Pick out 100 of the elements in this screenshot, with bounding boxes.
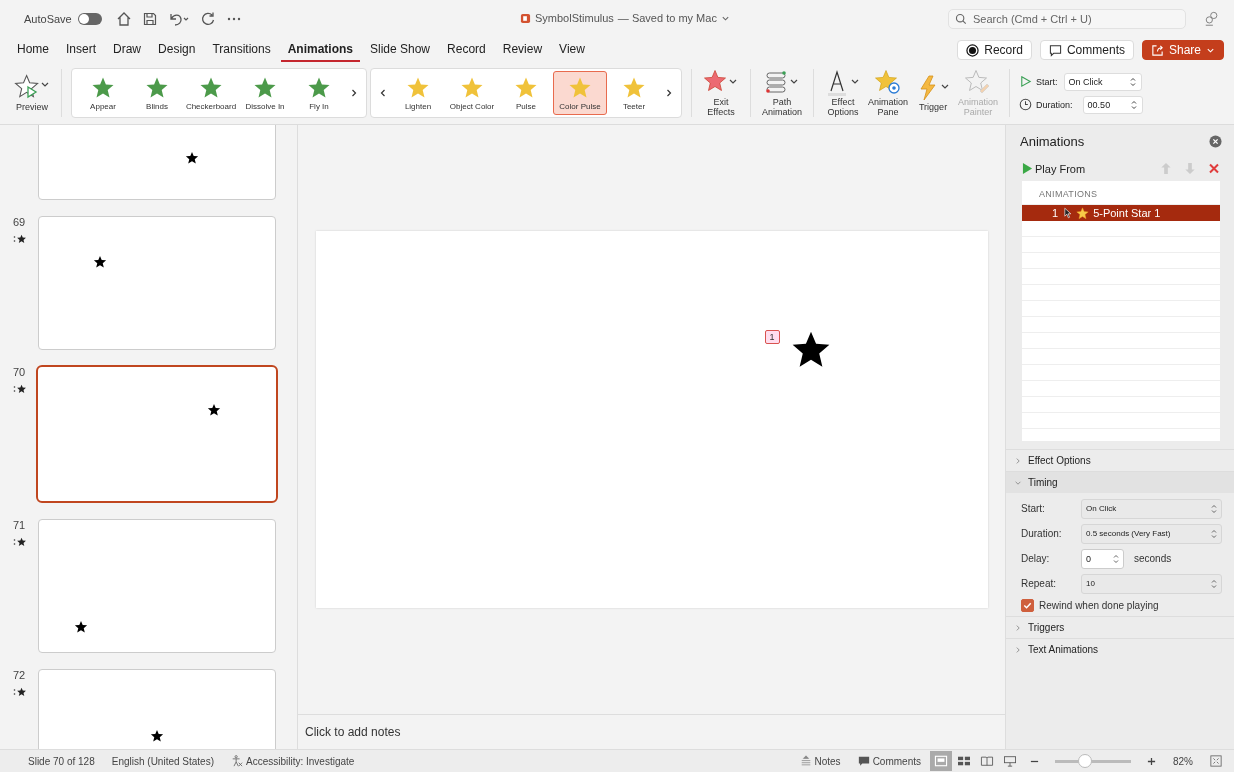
effect-button[interactable]: Object Color [445,71,499,115]
record-icon [966,43,980,57]
save-icon[interactable] [141,11,158,27]
share-icon [1150,43,1164,57]
path-tool-button[interactable]: Path Animation [760,67,804,119]
slide-number: 69 [13,216,26,228]
start-select[interactable]: On Click [1081,498,1222,519]
ribbon-tab[interactable]: Insert [59,38,104,62]
animation-star-icon [13,234,27,244]
effect-button[interactable]: Color Pulse [553,71,607,115]
save-status[interactable]: — Saved to my Mac [617,12,717,24]
close-icon[interactable] [1209,134,1222,148]
ribbon-tab[interactable]: Home [10,38,56,62]
fit-to-window-icon[interactable] [1210,755,1222,767]
scroll-left-icon[interactable] [379,88,387,98]
zoom-slider-thumb[interactable] [1078,754,1093,768]
notes-button[interactable]: Notes [799,755,841,767]
animation-star-icon [13,537,27,547]
scroll-right-icon[interactable] [665,88,673,98]
ribbon-tab[interactable]: View [552,38,592,62]
accessibility-icon [231,755,243,767]
delay-spinner[interactable]: 0 [1081,548,1124,569]
pane-tool-button[interactable]: Animation Pane [866,67,911,119]
accessibility-button[interactable]: Accessibility: Investigate [231,755,355,767]
undo-icon[interactable] [167,11,190,27]
section-header[interactable]: Text Animations [1006,638,1234,660]
rewind-checkbox[interactable] [1021,599,1034,612]
record-button[interactable]: Record [957,40,1032,60]
star-shape [93,254,108,269]
chevron-right-icon [1014,456,1022,465]
home-icon[interactable] [115,11,132,27]
star-shape [185,151,200,166]
scroll-right-icon[interactable] [350,88,358,98]
up-down-icon [1129,98,1138,111]
ribbon-tab[interactable]: Draw [106,38,149,62]
grid-icon [957,755,971,767]
delete-icon[interactable] [1208,162,1220,175]
normal-view-icon [934,755,948,767]
comments-button[interactable]: Comments [857,755,921,767]
star-icon [307,76,331,100]
effect-button[interactable]: Pulse [499,71,553,115]
trigger-tool-button[interactable]: Trigger [913,72,954,114]
animation-star-icon [13,687,27,697]
duration-select[interactable]: 0.5 seconds (Very Fast) [1081,523,1222,544]
start-label: Start: [1021,503,1046,514]
duration-label: Duration: [1021,528,1063,539]
up-down-icon [1210,577,1218,590]
duration-spinner[interactable]: 00.50 [1082,95,1143,114]
star-icon [622,76,646,100]
effect-button[interactable]: Appear [76,71,130,115]
play-from-button[interactable]: Play From [1022,162,1086,175]
ribbon-tab[interactable]: Animations [280,38,360,62]
ribbon-tab[interactable]: Transitions [205,38,278,62]
ribbon-tab[interactable]: Design [151,38,203,62]
star-shape [207,402,222,417]
effect-button[interactable]: Teeter [607,71,661,115]
search-field[interactable]: Search (Cmd + Ctrl + U) [948,9,1186,29]
delay-label: Delay: [1021,553,1051,564]
slide-number: 70 [13,366,26,378]
delay-unit: seconds [1134,553,1172,564]
start-select[interactable]: On Click [1063,72,1142,91]
language-status[interactable]: English (United States) [111,755,214,767]
autosave-toggle[interactable] [77,13,102,25]
star-icon [514,76,538,100]
slide-thumbnail[interactable] [36,365,278,503]
star-icon [460,76,484,100]
zoom-percent[interactable]: 82% [1173,755,1193,767]
up-down-icon [1210,527,1218,540]
animation-list-item[interactable]: 1 5-Point Star 1 [1022,205,1220,221]
effect-button[interactable]: Blinds [130,71,184,115]
play-icon [1022,162,1033,175]
section-header[interactable]: Timing [1006,471,1234,493]
ribbon-tab[interactable]: Record [440,38,493,62]
up-down-icon [1112,552,1120,565]
animation-star-icon [13,384,27,394]
slide-counter: Slide 70 of 128 [28,755,95,767]
star-icon [253,76,277,100]
zoom-in-icon[interactable] [1147,756,1156,766]
star-icon [406,76,430,100]
presentation-icon [1003,755,1017,767]
effect-button[interactable]: Dissolve In [238,71,292,115]
effect-button[interactable]: Checkerboard [184,71,238,115]
options-tool-button[interactable]: Effect Options [823,67,863,119]
comment-icon [857,755,870,767]
redo-icon[interactable] [199,11,216,27]
repeat-select[interactable]: 10 [1081,573,1222,594]
ribbon-tab[interactable]: Slide Show [363,38,438,62]
ribbon-tab[interactable]: Review [495,38,550,62]
comments-button[interactable]: Comments [1039,40,1134,60]
effect-button[interactable]: Lighten [391,71,445,115]
star-icon [145,76,169,100]
people-icon[interactable] [1204,11,1220,27]
section-header[interactable]: Triggers [1006,616,1234,638]
pointer-icon [1064,207,1073,219]
effect-button[interactable]: Fly In [292,71,346,115]
exit-tool-button[interactable]: Exit Effects [701,67,741,119]
pane-title: Animations [1020,133,1085,149]
up-down-icon [1210,502,1218,515]
preview-button[interactable]: Preview [12,72,52,114]
share-button[interactable]: Share [1141,40,1224,60]
